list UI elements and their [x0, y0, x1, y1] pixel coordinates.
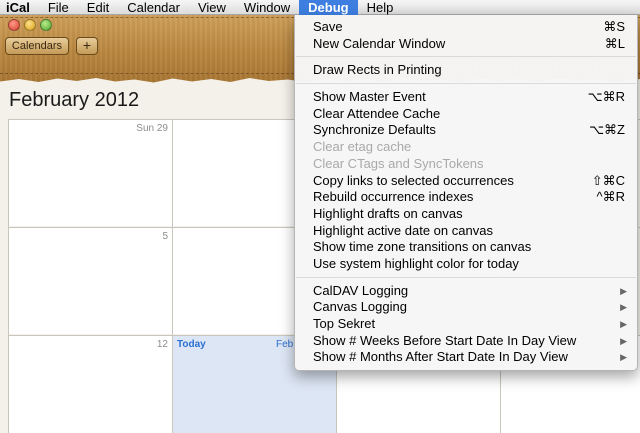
menu-item-shortcut: ⌥⌘R: [587, 89, 625, 105]
day-number: 5: [162, 231, 168, 242]
menu-item-label: Save: [313, 19, 343, 34]
menu-item-synchronize-defaults[interactable]: Synchronize Defaults ⌥⌘Z: [295, 122, 637, 139]
menu-item-show-time-zone-transitions[interactable]: Show time zone transitions on canvas: [295, 239, 637, 256]
today-label: Today: [177, 339, 206, 350]
menu-app-ical[interactable]: iCal: [0, 0, 39, 15]
menu-item-label: Use system highlight color for today: [313, 255, 519, 271]
menu-item-shortcut: ^⌘R: [596, 189, 626, 205]
menu-item-save[interactable]: Save ⌘S: [295, 19, 637, 36]
menu-item-label: New Calendar Window: [313, 35, 446, 51]
submenu-arrow-icon: ▶: [620, 319, 627, 329]
submenu-arrow-icon: ▶: [620, 352, 627, 363]
menu-item-show-master-event[interactable]: Show Master Event ⌥⌘R: [295, 89, 637, 106]
menu-item-shortcut: ⇧⌘C: [591, 172, 625, 188]
add-event-button[interactable]: +: [76, 37, 98, 55]
menu-item-label: Show # Months After Start Date In Day Vi…: [313, 349, 568, 365]
menu-separator: [296, 276, 636, 278]
menu-item-new-calendar-window[interactable]: New Calendar Window ⌘L: [295, 36, 637, 53]
menu-item-label: Rebuild occurrence indexes: [313, 189, 474, 205]
menu-item-clear-attendee-cache[interactable]: Clear Attendee Cache: [295, 106, 637, 123]
menu-bar: iCal File Edit Calendar View Window Debu…: [0, 0, 640, 15]
menu-item-months-after-start-date[interactable]: Show # Months After Start Date In Day Vi…: [295, 349, 637, 366]
menu-item-label: Show # Weeks Before Start Date In Day Vi…: [313, 332, 577, 348]
menu-item-draw-rects-in-printing[interactable]: Draw Rects in Printing: [295, 62, 637, 79]
menu-item-label: Highlight drafts on canvas: [313, 205, 463, 221]
day-cell[interactable]: [9, 120, 172, 226]
menu-item-label: Copy links to selected occurrences: [313, 172, 514, 188]
menu-debug[interactable]: Debug: [299, 0, 358, 15]
menu-item-label: Clear etag cache: [313, 139, 412, 155]
day-cell[interactable]: [9, 228, 172, 334]
menu-item-label: Show Master Event: [313, 89, 426, 105]
menu-help[interactable]: Help: [358, 0, 403, 15]
menu-edit[interactable]: Edit: [78, 0, 118, 15]
menu-item-rebuild-occurrence-indexes[interactable]: Rebuild occurrence indexes ^⌘R: [295, 189, 637, 206]
menu-item-label: Show time zone transitions on canvas: [313, 239, 532, 255]
menu-item-use-system-highlight-color[interactable]: Use system highlight color for today: [295, 256, 637, 273]
today-month-label: Feb: [276, 339, 294, 350]
menu-item-label: Draw Rects in Printing: [313, 62, 442, 78]
menu-item-caldav-logging[interactable]: CalDAV Logging ▶: [295, 283, 637, 300]
minimize-button-icon[interactable]: [24, 19, 36, 31]
menu-item-label: Canvas Logging: [313, 299, 407, 315]
menu-item-clear-ctags-and-synctokens: Clear CTags and SyncTokens: [295, 156, 637, 173]
grid-line: [8, 119, 9, 433]
menu-item-weeks-before-start-date[interactable]: Show # Weeks Before Start Date In Day Vi…: [295, 333, 637, 350]
zoom-button-icon[interactable]: [40, 19, 52, 31]
menu-item-shortcut: ⌘L: [604, 35, 625, 51]
close-button-icon[interactable]: [8, 19, 20, 31]
calendars-button[interactable]: Calendars: [5, 37, 69, 55]
grid-line: [172, 119, 173, 433]
menu-item-shortcut: ⌘S: [603, 19, 625, 34]
menu-item-label: Highlight active date on canvas: [313, 222, 493, 238]
submenu-arrow-icon: ▶: [620, 302, 627, 313]
menu-item-label: Clear CTags and SyncTokens: [313, 155, 484, 171]
day-number: 12: [156, 339, 168, 350]
menu-item-highlight-drafts-on-canvas[interactable]: Highlight drafts on canvas: [295, 206, 637, 223]
menu-item-highlight-active-date-on-canvas[interactable]: Highlight active date on canvas: [295, 223, 637, 240]
menu-item-shortcut: ⌥⌘Z: [589, 122, 625, 138]
menu-item-canvas-logging[interactable]: Canvas Logging ▶: [295, 299, 637, 316]
month-title: February 2012: [9, 89, 140, 111]
menu-item-clear-etag-cache: Clear etag cache: [295, 139, 637, 156]
menu-item-label: Clear Attendee Cache: [313, 105, 441, 121]
menu-item-label: Synchronize Defaults: [313, 122, 436, 138]
menu-separator: [296, 56, 636, 58]
menu-file[interactable]: File: [39, 0, 78, 15]
menu-separator: [296, 83, 636, 85]
day-number: Sun 29: [136, 123, 168, 134]
menu-item-label: CalDAV Logging: [313, 282, 409, 298]
menu-item-label: Top Sekret: [313, 316, 376, 331]
submenu-arrow-icon: ▶: [620, 335, 627, 346]
day-cell[interactable]: [9, 336, 172, 433]
menu-window[interactable]: Window: [235, 0, 299, 15]
debug-menu: Save ⌘S New Calendar Window ⌘L Draw Rect…: [294, 15, 638, 371]
menu-item-top-sekret[interactable]: Top Sekret ▶: [295, 316, 637, 333]
submenu-arrow-icon: ▶: [620, 285, 627, 296]
menu-item-copy-links-to-selected-occurrences[interactable]: Copy links to selected occurrences ⇧⌘C: [295, 173, 637, 190]
menu-calendar[interactable]: Calendar: [118, 0, 189, 15]
menu-view[interactable]: View: [189, 0, 235, 15]
